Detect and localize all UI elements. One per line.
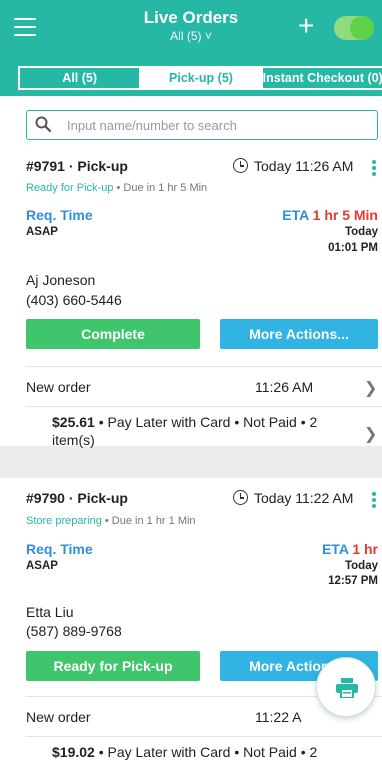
clock-icon	[233, 158, 248, 173]
status-label: Ready for Pick-up	[26, 182, 114, 194]
ready-for-pickup-button[interactable]: Ready for Pick-up	[26, 651, 200, 681]
kebab-menu-icon[interactable]	[372, 160, 376, 176]
clock-icon	[233, 490, 248, 505]
customer-name: Aj Joneson	[26, 272, 96, 288]
payment-summary: $25.61 • Pay Later with Card • Not Paid …	[52, 413, 352, 449]
online-toggle[interactable]	[334, 16, 374, 40]
tabs: All (5) Pick-up (5) Instant Checkout (0)	[18, 66, 382, 90]
search-icon	[35, 116, 51, 132]
eta-value: 1 hr	[352, 541, 378, 557]
order-history-row[interactable]: New order 11:26 AM ❯	[26, 366, 382, 406]
payment-details: • Pay Later with Card • Not Paid • 2	[94, 744, 318, 760]
order-filter-dropdown[interactable]: All (5) ˅	[0, 28, 382, 44]
tab-pickup[interactable]: Pick-up (5)	[139, 68, 261, 88]
search-placeholder: Input name/number to search	[67, 118, 237, 133]
order-status: Ready for Pick-up • Due in 1 hr 5 Min	[26, 182, 207, 194]
eta-prefix: ETA	[321, 541, 353, 557]
eta-value: 1 hr 5 Min	[312, 207, 378, 223]
req-time-label: Req. Time	[26, 541, 93, 557]
search-input[interactable]: Input name/number to search	[26, 110, 378, 140]
plus-icon[interactable]: +	[298, 12, 314, 40]
row-label: New order	[26, 379, 91, 395]
order-card: #9790 · Pick-up Today 11:22 AM Store pre…	[0, 478, 382, 762]
payment-row[interactable]: $19.02 • Pay Later with Card • Not Paid …	[26, 736, 382, 762]
eta-day: Today	[344, 560, 378, 572]
due-label: • Due in 1 hr 5 Min	[113, 182, 208, 194]
eta-day: Today	[344, 226, 378, 238]
order-card: #9791 · Pick-up Today 11:26 AM Ready for…	[0, 146, 382, 448]
order-time: Today 11:26 AM	[254, 158, 354, 174]
chevron-right-icon: ❯	[364, 426, 378, 443]
customer-name: Etta Liu	[26, 604, 74, 620]
tab-all[interactable]: All (5)	[20, 68, 139, 88]
row-time: 11:26 AM	[255, 379, 314, 395]
tab-instant-checkout[interactable]: Instant Checkout (0)	[260, 68, 382, 88]
req-time-label: Req. Time	[26, 207, 93, 223]
page-title: Live Orders	[143, 8, 239, 27]
req-time-value: ASAP	[26, 226, 58, 238]
tab-bar: All (5) Pick-up (5) Instant Checkout (0)	[0, 58, 382, 96]
printer-icon	[336, 678, 358, 698]
order-time: Today 11:22 AM	[254, 490, 354, 506]
complete-button[interactable]: Complete	[26, 319, 200, 349]
payment-row[interactable]: $25.61 • Pay Later with Card • Not Paid …	[26, 406, 382, 452]
eta-time: 12:57 PM	[328, 575, 378, 587]
status-label: Store preparing	[26, 515, 102, 527]
order-id: #9791 · Pick-up	[26, 158, 128, 174]
app-header: Live Orders All (5) ˅ +	[0, 0, 382, 58]
row-label: New order	[26, 709, 91, 725]
title-block[interactable]: Live Orders All (5) ˅	[0, 8, 382, 44]
eta-label: ETA 1 hr	[322, 541, 378, 557]
customer-phone[interactable]: (403) 660-5446	[26, 292, 122, 308]
toggle-knob	[350, 16, 374, 40]
eta-time: 01:01 PM	[328, 242, 378, 254]
order-amount: $25.61	[52, 414, 95, 430]
due-label: • Due in 1 hr 1 Min	[101, 515, 196, 527]
eta-label: ETA 1 hr 5 Min	[282, 207, 378, 223]
row-time: 11:22 A	[255, 709, 302, 725]
req-time-value: ASAP	[26, 560, 58, 572]
print-button[interactable]	[316, 657, 376, 717]
order-status: Store preparing • Due in 1 hr 1 Min	[26, 515, 196, 527]
more-actions-button[interactable]: More Actions...	[220, 319, 378, 349]
chevron-right-icon: ❯	[364, 380, 378, 397]
order-amount: $19.02	[52, 744, 95, 760]
eta-prefix: ETA	[282, 207, 313, 223]
payment-summary: $19.02 • Pay Later with Card • Not Paid …	[52, 743, 382, 761]
kebab-menu-icon[interactable]	[372, 492, 376, 508]
customer-phone[interactable]: (587) 889-9768	[26, 623, 122, 639]
order-id: #9790 · Pick-up	[26, 490, 128, 506]
